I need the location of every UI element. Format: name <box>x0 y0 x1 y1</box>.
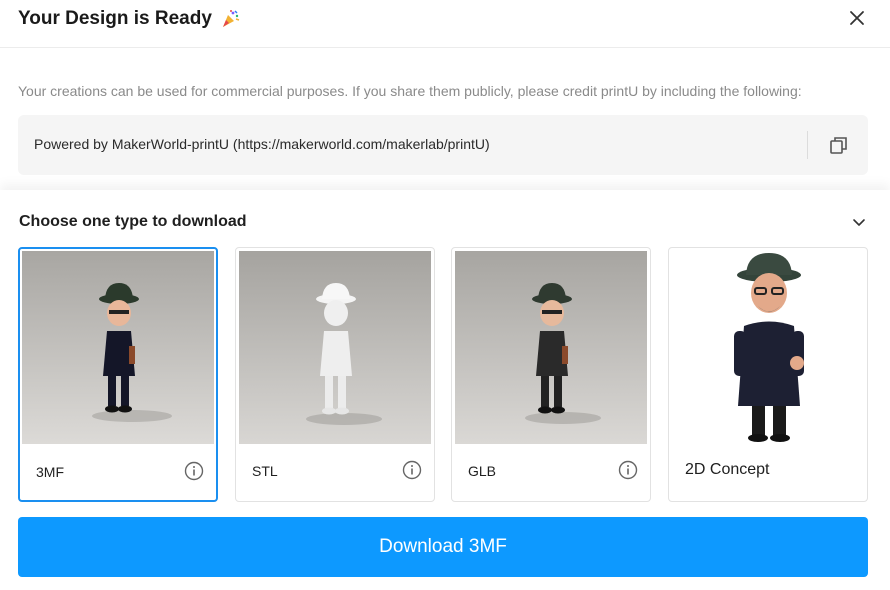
credit-text: Powered by MakerWorld-printU (https://ma… <box>34 136 490 152</box>
download-section: Choose one type to download 3MF STL GLB … <box>0 190 890 590</box>
figurine-preview-color <box>22 251 214 444</box>
option-label: 2D Concept <box>685 461 770 478</box>
dialog-title: Your Design is Ready <box>18 8 240 30</box>
info-icon[interactable] <box>402 460 422 480</box>
copy-icon[interactable] <box>828 134 850 156</box>
party-popper-icon <box>222 10 240 27</box>
download-button[interactable]: Download 3MF <box>18 517 868 577</box>
dialog-title-text: Your Design is Ready <box>18 8 212 29</box>
option-label: STL <box>252 463 278 479</box>
chevron-down-icon[interactable] <box>852 215 866 229</box>
figurine-preview-white <box>239 251 431 444</box>
concept-preview <box>672 251 864 444</box>
option-card-3mf[interactable]: 3MF <box>18 247 218 502</box>
dialog-header: Your Design is Ready <box>0 0 890 48</box>
option-card-glb[interactable]: GLB <box>451 247 651 502</box>
option-card-2d-concept[interactable]: 2D Concept <box>668 247 868 502</box>
section-title: Choose one type to download <box>19 213 247 230</box>
info-icon[interactable] <box>618 460 638 480</box>
credit-box: Powered by MakerWorld-printU (https://ma… <box>18 115 868 175</box>
option-label: 3MF <box>36 464 64 480</box>
figurine-preview-glb <box>455 251 647 444</box>
info-icon[interactable] <box>184 461 204 481</box>
commercial-use-notice: Your creations can be used for commercia… <box>18 83 802 99</box>
option-label: GLB <box>468 463 497 479</box>
close-icon[interactable] <box>848 9 866 27</box>
option-card-stl[interactable]: STL <box>235 247 435 502</box>
credit-divider <box>807 131 808 159</box>
